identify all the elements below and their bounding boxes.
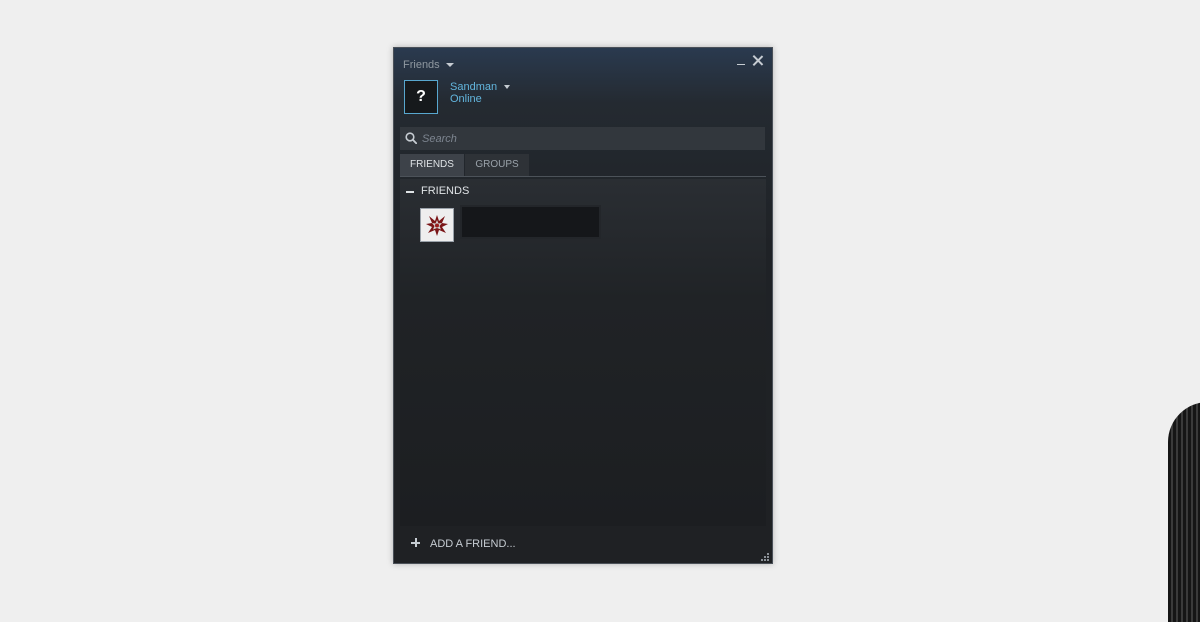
user-status[interactable]: Online [450, 93, 482, 105]
search-bar [400, 127, 765, 150]
minimize-icon[interactable] [737, 64, 745, 65]
window-title[interactable]: Friends [403, 59, 440, 71]
friends-window: Friends ? Sandman Online FRIENDS GROUPS … [393, 47, 773, 564]
search-icon [405, 132, 417, 144]
plus-icon[interactable] [411, 538, 420, 547]
tab-groups[interactable]: GROUPS [465, 154, 529, 176]
add-friend-button[interactable]: ADD A FRIEND... [430, 538, 516, 550]
user-avatar[interactable]: ? [404, 80, 438, 114]
username[interactable]: Sandman [450, 81, 497, 93]
friend-emblem-icon [426, 215, 448, 236]
search-input[interactable] [422, 127, 757, 150]
close-icon[interactable] [751, 54, 765, 68]
avatar-placeholder: ? [416, 88, 426, 105]
collapse-icon[interactable] [406, 191, 414, 193]
tab-divider [400, 176, 766, 177]
friend-name-field [460, 205, 601, 239]
caret-down-icon[interactable] [446, 63, 454, 67]
friends-section-header[interactable]: FRIENDS [400, 181, 766, 201]
friends-list: FRIENDS [400, 179, 766, 526]
titlebar: Friends [394, 48, 772, 80]
section-label: FRIENDS [421, 185, 470, 197]
user-menu-caret-icon[interactable] [504, 85, 510, 89]
friend-list-item[interactable] [420, 205, 604, 243]
friend-avatar[interactable] [420, 208, 454, 242]
resize-grip-icon[interactable] [760, 552, 769, 561]
tab-friends[interactable]: FRIENDS [400, 154, 464, 176]
desk-lamp [1168, 402, 1200, 622]
footer: ADD A FRIEND... [394, 528, 772, 564]
